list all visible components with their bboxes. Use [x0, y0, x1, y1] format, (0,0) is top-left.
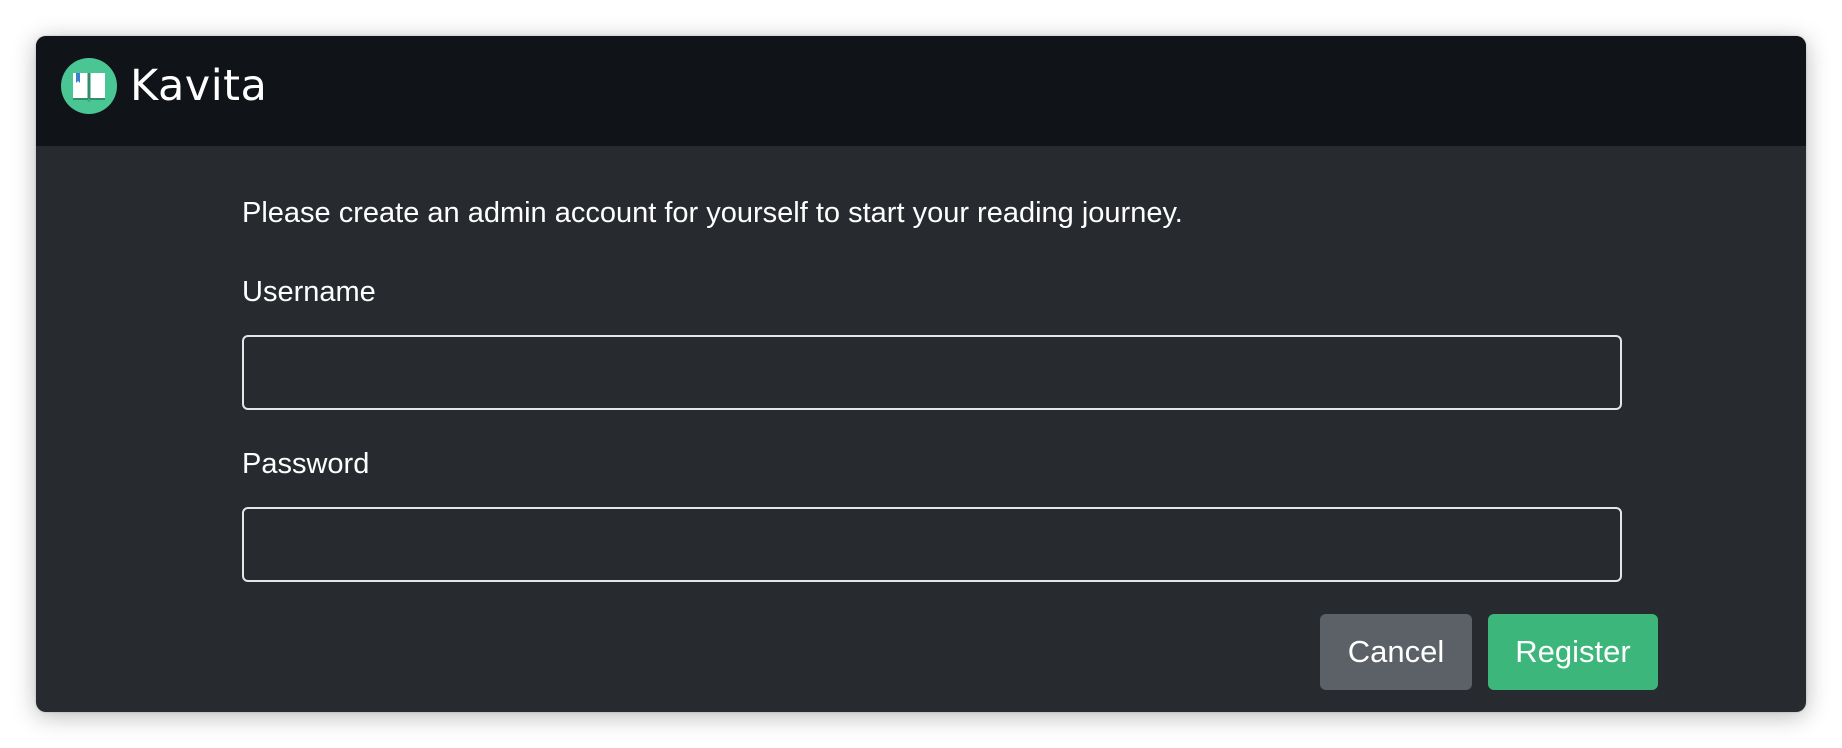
cancel-button[interactable]: Cancel — [1320, 614, 1472, 690]
brand-name: Kavita — [130, 61, 268, 111]
username-input[interactable] — [242, 335, 1622, 410]
app-window: Kavita Please create an admin account fo… — [36, 36, 1806, 712]
intro-text: Please create an admin account for yours… — [242, 197, 1183, 229]
password-input[interactable] — [242, 507, 1622, 582]
open-book-icon — [61, 58, 117, 114]
register-button[interactable]: Register — [1488, 614, 1658, 690]
brand-link[interactable]: Kavita — [61, 58, 267, 114]
username-label: Username — [242, 276, 376, 308]
top-navbar: Kavita — [36, 36, 1806, 146]
password-label: Password — [242, 448, 370, 480]
